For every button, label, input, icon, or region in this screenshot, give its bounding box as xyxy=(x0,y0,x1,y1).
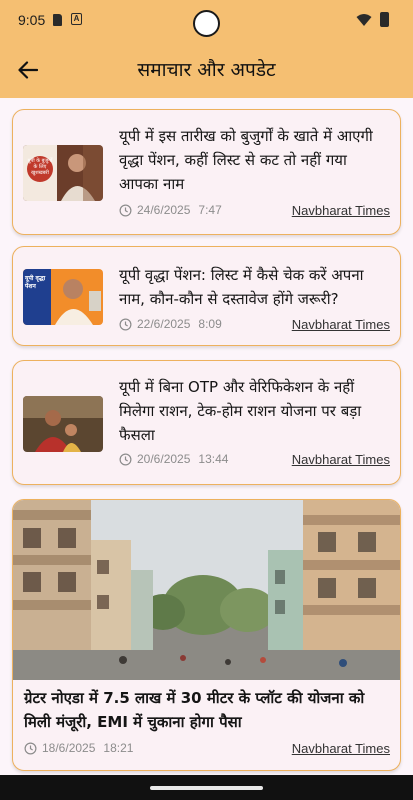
news-card[interactable]: यूपी में बिना OTP और वेरिफिकेशन के नहीं … xyxy=(12,360,401,485)
news-headline: यूपी में इस तारीख को बुजुर्गों के खाते म… xyxy=(119,127,373,193)
camera-cutout xyxy=(193,10,220,37)
news-date: 20/6/2025 xyxy=(137,452,191,466)
thumbnail-caption: यूपी वृद्धा पेंशन xyxy=(25,275,46,290)
notification-a-icon: A xyxy=(71,13,82,25)
news-thumbnail: यूपी के बुजुर्गों के लिए खुशखबरी xyxy=(23,145,103,201)
wifi-icon xyxy=(356,13,372,26)
news-source-link[interactable]: Navbharat Times xyxy=(292,203,390,218)
sim-card-icon xyxy=(53,14,62,26)
news-card[interactable]: यूपी के बुजुर्गों के लिए खुशखबरी यूपी मे… xyxy=(12,109,401,235)
news-timestamp: 20/6/2025 13:44 xyxy=(119,452,228,466)
news-date: 24/6/2025 xyxy=(137,203,191,217)
news-time: 7:47 xyxy=(198,203,222,217)
news-time: 13:44 xyxy=(198,452,229,466)
news-source-link[interactable]: Navbharat Times xyxy=(292,452,390,467)
clock-icon xyxy=(119,318,132,330)
page-title: समाचार और अपडेट xyxy=(137,59,276,81)
status-time: 9:05 xyxy=(18,12,46,28)
app-bar: 9:05 A समाचार और अपडेट xyxy=(0,0,413,98)
news-date: 18/6/2025 xyxy=(42,741,96,755)
status-bar: 9:05 A xyxy=(0,0,413,40)
thumbnail-caption: यूपी के बुजुर्गों के लिए खुशखबरी xyxy=(27,158,53,176)
news-time: 8:09 xyxy=(198,317,222,331)
news-timestamp: 24/6/2025 7:47 xyxy=(119,203,222,217)
news-headline: ग्रेटर नोएडा में 7.5 लाख में 30 मीटर के … xyxy=(24,689,365,731)
news-time: 18:21 xyxy=(103,741,134,755)
news-headline: यूपी में बिना OTP और वेरिफिकेशन के नहीं … xyxy=(119,378,362,444)
news-date: 22/6/2025 xyxy=(137,317,191,331)
clock-icon xyxy=(119,453,132,465)
clock-icon xyxy=(119,204,132,216)
home-gesture-handle[interactable] xyxy=(150,786,263,790)
news-source-link[interactable]: Navbharat Times xyxy=(292,317,390,332)
system-navigation-bar xyxy=(0,775,413,800)
news-source-link[interactable]: Navbharat Times xyxy=(292,741,390,756)
battery-icon xyxy=(380,12,389,27)
news-card[interactable]: यूपी वृद्धा पेंशन यूपी वृद्धा पेंशन: लिस… xyxy=(12,246,401,346)
clock-icon xyxy=(24,742,37,754)
news-thumbnail: यूपी वृद्धा पेंशन xyxy=(23,269,103,325)
featured-news-card[interactable]: ग्रेटर नोएडा में 7.5 लाख में 30 मीटर के … xyxy=(12,499,401,771)
news-timestamp: 18/6/2025 18:21 xyxy=(24,741,133,755)
news-timestamp: 22/6/2025 8:09 xyxy=(119,317,222,331)
news-thumbnail xyxy=(23,396,103,452)
status-icons xyxy=(356,12,389,27)
news-headline: यूपी वृद्धा पेंशन: लिस्ट में कैसे चेक कर… xyxy=(119,266,364,308)
featured-news-image xyxy=(13,500,400,680)
